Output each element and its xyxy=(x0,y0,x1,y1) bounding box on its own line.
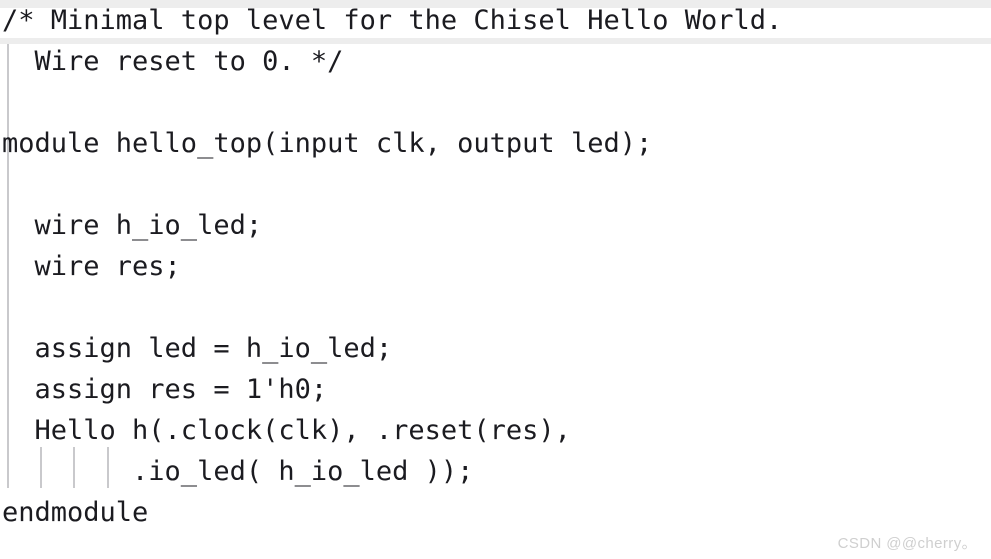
code-line[interactable]: /* Minimal top level for the Chisel Hell… xyxy=(0,0,991,41)
code-line[interactable]: wire h_io_led; xyxy=(0,205,991,246)
code-listing-viewer[interactable]: /* Minimal top level for the Chisel Hell… xyxy=(0,0,991,559)
code-line[interactable]: wire res; xyxy=(0,246,991,287)
code-line[interactable]: Hello h(.clock(clk), .reset(res), xyxy=(0,410,991,451)
code-line[interactable]: endmodule xyxy=(0,492,991,533)
code-line[interactable]: Wire reset to 0. */ xyxy=(0,41,991,82)
code-line[interactable]: module hello_top(input clk, output led); xyxy=(0,123,991,164)
code-line[interactable]: assign res = 1'h0; xyxy=(0,369,991,410)
code-line[interactable]: .io_led( h_io_led )); xyxy=(0,451,991,492)
csdn-watermark: CSDN @@cherry。 xyxy=(837,535,977,552)
code-line[interactable] xyxy=(0,82,991,123)
code-line[interactable] xyxy=(0,287,991,328)
code-line[interactable] xyxy=(0,164,991,205)
code-line[interactable]: assign led = h_io_led; xyxy=(0,328,991,369)
